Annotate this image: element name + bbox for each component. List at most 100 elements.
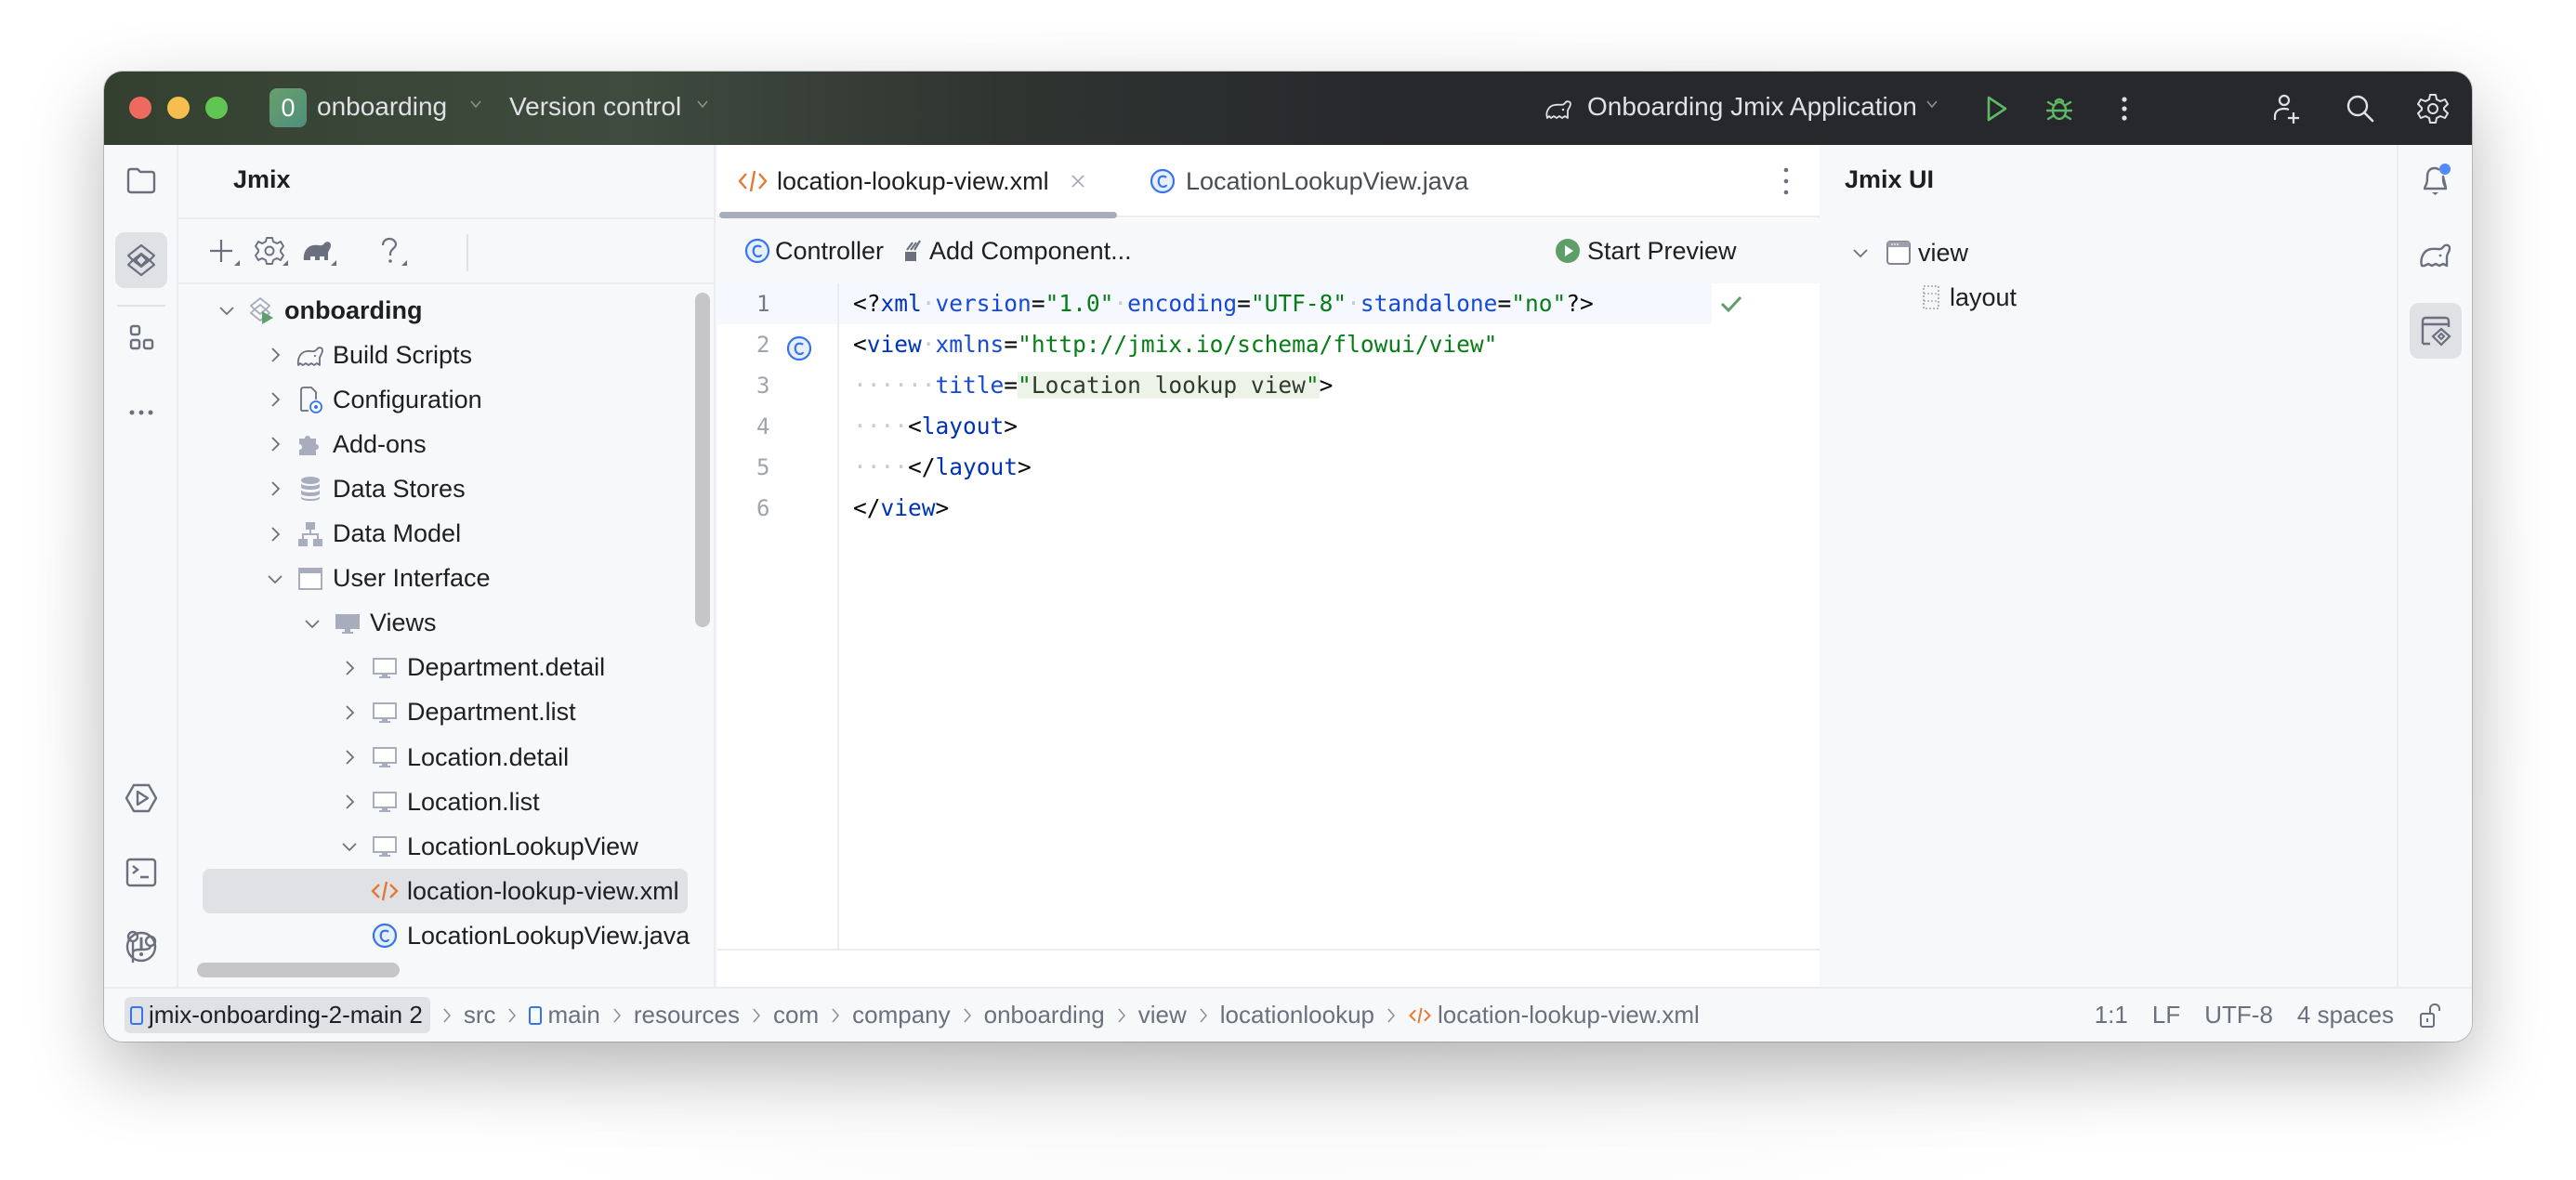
tree-item[interactable]: LocationLookupView.java — [338, 913, 690, 958]
more-tools-button[interactable] — [115, 387, 167, 439]
gradle-icon[interactable] — [301, 234, 338, 271]
gradle-tool-button[interactable] — [2410, 229, 2462, 281]
debug-icon[interactable] — [2043, 92, 2076, 125]
chevron-right-icon[interactable] — [338, 701, 370, 724]
chevron-right-icon[interactable] — [264, 433, 296, 455]
tree-item[interactable]: Location.list — [338, 780, 540, 824]
chevron-down-icon[interactable] — [264, 568, 296, 590]
tree-item[interactable]: Configuration — [264, 377, 482, 422]
cursor-position[interactable]: 1:1 — [2095, 1001, 2128, 1029]
maximize-window-button[interactable] — [205, 97, 228, 119]
git-branch-icon[interactable] — [125, 929, 160, 966]
code-token: xmlns — [935, 331, 1005, 358]
close-tab-icon[interactable] — [1070, 173, 1086, 190]
tree-item[interactable]: Views — [301, 601, 437, 646]
tree-item[interactable]: Data Model — [264, 512, 461, 557]
code-line-2: <view·xmlns="http://jmix.io/schema/flowu… — [853, 331, 1498, 358]
breadcrumb-item[interactable]: company — [852, 1001, 951, 1029]
chevron-right-icon[interactable] — [264, 478, 296, 500]
breadcrumb-item[interactable]: src — [464, 1001, 496, 1029]
tree-item[interactable]: Build Scripts — [264, 333, 472, 377]
ide-window: 0 onboarding Version control Onboarding … — [104, 72, 2472, 1042]
jmix-ui-tool-button[interactable] — [2410, 303, 2462, 359]
chevron-right-icon[interactable] — [338, 791, 370, 813]
editor-tabs-menu-icon[interactable] — [1777, 165, 1795, 197]
tree-item[interactable]: Data Stores — [264, 466, 466, 511]
chevron-down-icon[interactable] — [469, 98, 482, 111]
search-icon[interactable] — [2344, 92, 2377, 125]
terminal-tool-button[interactable] — [115, 846, 167, 898]
chevron-right-icon[interactable] — [338, 657, 370, 679]
tree-item[interactable]: Department.list — [338, 690, 576, 735]
chevron-down-icon[interactable] — [696, 98, 709, 111]
code-line-6: </view> — [853, 488, 949, 529]
breadcrumb-item[interactable]: com — [773, 1001, 819, 1029]
tree-item[interactable]: LocationLookupView — [338, 824, 638, 869]
tree-vertical-scrollbar[interactable] — [695, 293, 710, 627]
git-tool-button[interactable] — [115, 995, 167, 1042]
more-vertical-icon[interactable] — [2108, 92, 2141, 125]
code-token: > — [1018, 453, 1032, 480]
close-window-button[interactable] — [129, 97, 151, 119]
unlock-icon[interactable] — [2418, 1002, 2444, 1029]
code-token: standalone — [1360, 290, 1498, 317]
services-tool-button[interactable] — [115, 772, 167, 824]
tree-item[interactable]: Add-ons — [264, 422, 427, 466]
chevron-right-icon[interactable] — [264, 523, 296, 545]
structure-tool-button[interactable] — [115, 312, 167, 364]
chevron-right-icon[interactable] — [338, 746, 370, 768]
chevron-right-icon[interactable] — [264, 344, 296, 366]
settings-gear-icon[interactable] — [2416, 92, 2450, 125]
tree-item[interactable]: Location.detail — [338, 735, 569, 780]
line-ending[interactable]: LF — [2152, 1001, 2180, 1029]
jmix-tool-button[interactable] — [115, 232, 167, 288]
add-component-button[interactable]: Add Component... — [903, 237, 1132, 266]
chevron-down-icon[interactable] — [216, 299, 247, 321]
tree-item[interactable]: Department.detail — [338, 646, 605, 690]
version-control-menu[interactable]: Version control — [509, 92, 681, 122]
project-selector[interactable]: onboarding — [317, 92, 447, 122]
add-user-icon[interactable] — [2269, 92, 2303, 125]
java-class-gutter-icon[interactable] — [785, 334, 813, 362]
settings-icon[interactable] — [253, 234, 290, 271]
project-tool-button[interactable] — [115, 154, 167, 206]
tree-item-label: Data Stores — [333, 474, 466, 503]
breadcrumb-item[interactable]: main — [529, 1001, 600, 1029]
tree-item[interactable]: User Interface — [264, 557, 491, 601]
tab-location-lookup-view-java[interactable]: LocationLookupView.java — [1149, 145, 1468, 217]
breadcrumb-item[interactable]: onboarding — [984, 1001, 1105, 1029]
tab-location-lookup-view-xml[interactable]: location-lookup-view.xml — [738, 145, 1086, 217]
code-editor[interactable]: 1 2 3 4 5 6 <?xml·version="1.0"·encoding… — [717, 283, 1820, 949]
tree-horizontal-scrollbar[interactable] — [197, 963, 400, 977]
file-encoding[interactable]: UTF-8 — [2204, 1001, 2273, 1029]
chevron-down-icon[interactable] — [1925, 98, 1939, 111]
ui-tree-item-layout[interactable]: layout — [1920, 277, 2017, 318]
help-icon[interactable] — [372, 234, 409, 271]
notifications-button[interactable] — [2410, 154, 2462, 206]
breadcrumb-item[interactable]: locationlookup — [1220, 1001, 1374, 1029]
inspection-status[interactable] — [1712, 283, 1751, 324]
chevron-down-icon[interactable] — [301, 612, 333, 635]
project-badge[interactable]: 0 — [269, 88, 307, 127]
indent-setting[interactable]: 4 spaces — [2297, 1001, 2394, 1029]
breadcrumb-item[interactable]: resources — [634, 1001, 740, 1029]
chevron-right-icon[interactable] — [264, 388, 296, 411]
minimize-window-button[interactable] — [167, 97, 190, 119]
breadcrumb-item[interactable]: location-lookup-view.xml — [1408, 1001, 1700, 1029]
chevron-down-icon[interactable] — [1849, 242, 1872, 264]
xml-icon — [1409, 1007, 1431, 1023]
chevron-down-icon[interactable] — [338, 835, 370, 858]
run-configuration-selector[interactable]: Onboarding Jmix Application — [1587, 92, 1917, 122]
tree-item[interactable]: location-lookup-view.xml — [338, 869, 679, 913]
ui-tree-item-view[interactable]: view — [1849, 232, 1968, 273]
breadcrumb-label: main — [547, 1001, 600, 1029]
breadcrumb-item[interactable]: jmix-onboarding-2-main 2 — [125, 997, 430, 1033]
tree-item[interactable]: onboarding — [216, 288, 422, 333]
monitor-icon — [370, 742, 400, 772]
run-icon[interactable] — [1979, 92, 2013, 125]
indent-guide: ······ — [853, 372, 936, 399]
add-icon[interactable] — [204, 234, 242, 271]
breadcrumb-item[interactable]: view — [1138, 1001, 1187, 1029]
start-preview-button[interactable]: Start Preview — [1554, 237, 1737, 266]
controller-button[interactable]: Controller — [743, 237, 884, 266]
